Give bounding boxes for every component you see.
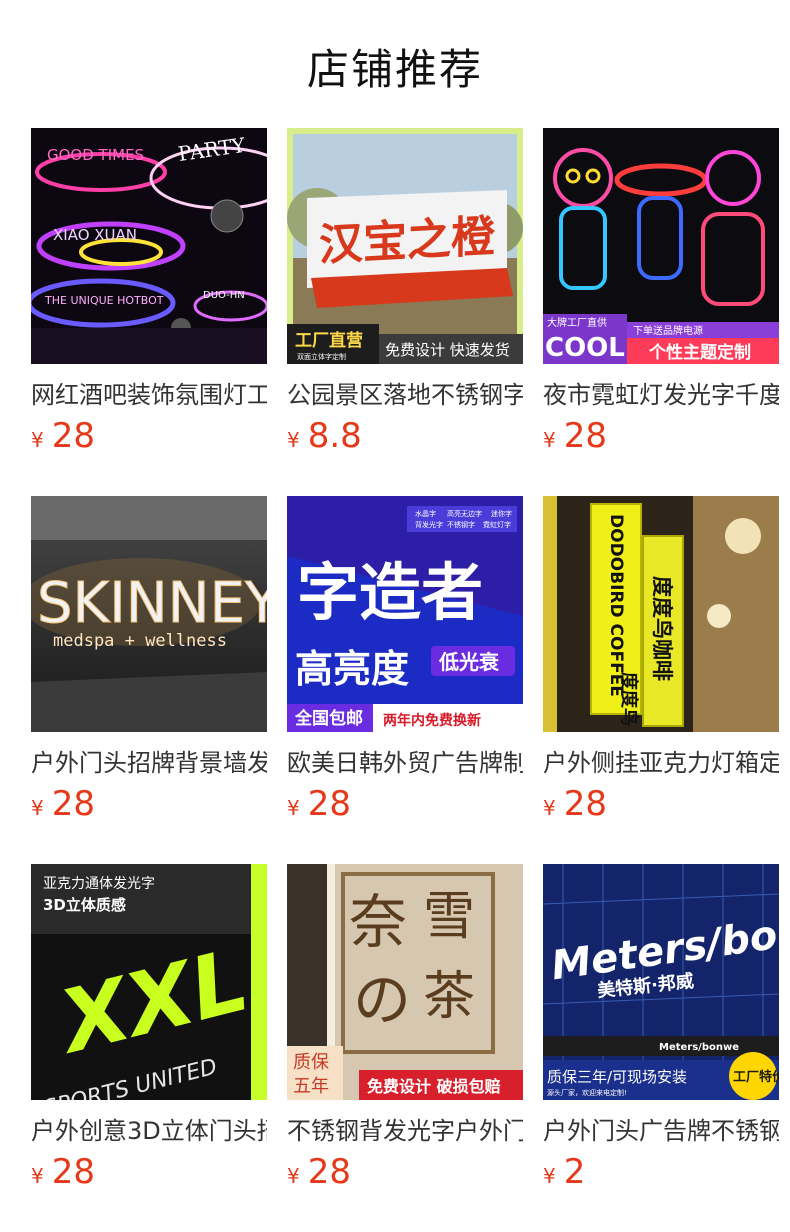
currency-symbol: ¥ — [543, 1164, 556, 1188]
product-title[interactable]: 户外门头广告牌不锈钢字 — [543, 1114, 779, 1148]
product-image[interactable]: 奈 雪 の 茶 质保 五年 免费设计 破损包赔 — [287, 864, 523, 1100]
seal-text: 工厂特价 — [733, 1069, 779, 1085]
product-price: ¥ 8.8 — [287, 416, 523, 456]
neon-text-1: GOOD TIMES — [47, 146, 144, 164]
small-brand: Meters/bonwe — [659, 1042, 739, 1053]
chips-1: 水晶字 — [415, 509, 436, 518]
product-title[interactable]: 户外创意3D立体门头招牌 — [31, 1114, 267, 1148]
currency-symbol: ¥ — [31, 428, 44, 452]
product-image[interactable]: 亚克力通体发光字 3D立体质感 XXL SPORTS UNITED — [31, 864, 267, 1100]
product-image[interactable]: Meters/bo 美特斯·邦威 Meters/bonwe 质保三年/可现场安装… — [543, 864, 779, 1100]
product-price: ¥ 28 — [31, 784, 267, 824]
currency-symbol: ¥ — [543, 796, 556, 820]
product-card[interactable]: 水晶字 高亮无边字 迷你字 背发光字 不锈钢字 霓虹灯字 字造者 高亮度 低光衰… — [287, 496, 523, 864]
price-amount: 28 — [51, 416, 95, 456]
price-amount: 28 — [51, 1152, 95, 1192]
chips-6: 霓虹灯字 — [483, 520, 511, 529]
bottom-right-text: 两年内免费换新 — [383, 712, 481, 729]
tag-text: 大牌工厂直供 — [547, 316, 607, 329]
product-title[interactable]: 公园景区落地不锈钢字 — [287, 378, 523, 412]
medspa-text: medspa + wellness — [53, 631, 227, 651]
tiny-text: 源头厂家，欢迎来电定制! — [547, 1088, 627, 1097]
product-price: ¥ 28 — [543, 784, 779, 824]
product-price: ¥ 28 — [31, 1152, 267, 1192]
line-1: 亚克力通体发光字 — [43, 876, 155, 892]
neon-text-5: DUO-HN — [203, 290, 245, 301]
price-amount: 8.8 — [307, 416, 362, 456]
big-text: 字造者 — [297, 556, 483, 629]
section-header: 店铺推荐 — [0, 0, 790, 128]
chips-2: 高亮无边字 — [447, 509, 482, 518]
tag2-text: 下单送品牌电源 — [633, 324, 703, 337]
product-title[interactable]: 户外门头招牌背景墙发光 — [31, 746, 267, 780]
char-3: の — [353, 966, 411, 1034]
price-amount: 28 — [307, 784, 351, 824]
currency-symbol: ¥ — [287, 428, 300, 452]
product-image[interactable]: SKINNEY medspa + wellness — [31, 496, 267, 732]
price-amount: 28 — [51, 784, 95, 824]
mid-text: 高亮度 — [295, 647, 409, 691]
product-card[interactable]: DODOBIRD COFFEE 度度鸟咖啡 度度鸟 户外侧挂亚克力灯箱定制 ¥ … — [543, 496, 779, 864]
product-price: ¥ 28 — [31, 416, 267, 456]
vertical-cn-2: 度度鸟 — [618, 672, 640, 726]
product-title[interactable]: 网红酒吧装饰氛围灯工厂 — [31, 378, 267, 412]
currency-symbol: ¥ — [287, 796, 300, 820]
price-amount: 28 — [563, 784, 607, 824]
product-image[interactable]: DODOBIRD COFFEE 度度鸟咖啡 度度鸟 — [543, 496, 779, 732]
product-price: ¥ 28 — [287, 1152, 523, 1192]
sign-text: 汉宝之橙 — [319, 211, 496, 271]
vertical-brand: DODOBIRD COFFEE — [606, 514, 626, 697]
badge-line-1: 质保 — [293, 1052, 329, 1073]
banner-text: 个性主题定制 — [648, 342, 751, 363]
banner-text: 免费设计 破损包赔 — [367, 1077, 501, 1096]
product-grid: GOOD TIMES PARTY XIAO XUAN THE UNIQUE HO… — [31, 128, 779, 1232]
char-4: 茶 — [423, 967, 475, 1027]
currency-symbol: ¥ — [287, 1164, 300, 1188]
product-image[interactable]: 水晶字 高亮无边字 迷你字 背发光字 不锈钢字 霓虹灯字 字造者 高亮度 低光衰… — [287, 496, 523, 732]
chips-3: 迷你字 — [491, 509, 512, 518]
product-image[interactable]: GOOD TIMES PARTY XIAO XUAN THE UNIQUE HO… — [31, 128, 267, 364]
product-card[interactable]: 奈 雪 の 茶 质保 五年 免费设计 破损包赔 不锈钢背发光字户外门头 ¥ 28 — [287, 864, 523, 1232]
price-amount: 28 — [563, 416, 607, 456]
char-1: 奈 — [349, 888, 407, 956]
section-title: 店铺推荐 — [306, 44, 483, 94]
product-title[interactable]: 户外侧挂亚克力灯箱定制 — [543, 746, 779, 780]
product-title[interactable]: 欧美日韩外贸广告牌制作 — [287, 746, 523, 780]
neon-text-3: XIAO XUAN — [53, 226, 137, 244]
product-card[interactable]: Meters/bo 美特斯·邦威 Meters/bonwe 质保三年/可现场安装… — [543, 864, 779, 1232]
badge-line-2: 五年 — [293, 1076, 329, 1097]
product-price: ¥ 2 — [543, 1152, 779, 1192]
price-amount: 28 — [307, 1152, 351, 1192]
product-card[interactable]: GOOD TIMES PARTY XIAO XUAN THE UNIQUE HO… — [31, 128, 267, 496]
char-2: 雪 — [423, 887, 475, 947]
currency-symbol: ¥ — [31, 1164, 44, 1188]
bottom-left-text: 全国包邮 — [294, 708, 363, 729]
product-card[interactable]: SKINNEY medspa + wellness 户外门头招牌背景墙发光 ¥ … — [31, 496, 267, 864]
product-card[interactable]: 汉宝之橙 工厂直营 双面立体字定制 免费设计 快速发货 公园景区落地不锈钢字 ¥… — [287, 128, 523, 496]
banner-text: 质保三年/可现场安装 — [547, 1068, 687, 1086]
badge-text: 工厂直营 — [295, 330, 363, 351]
product-image[interactable]: 大牌工厂直供 COOL 下单送品牌电源 个性主题定制 — [543, 128, 779, 364]
low-text: 低光衰 — [438, 650, 500, 674]
product-title[interactable]: 夜市霓虹灯发光字千度 — [543, 378, 779, 412]
product-price: ¥ 28 — [543, 416, 779, 456]
product-card[interactable]: 亚克力通体发光字 3D立体质感 XXL SPORTS UNITED 户外创意3D… — [31, 864, 267, 1232]
product-image[interactable]: 汉宝之橙 工厂直营 双面立体字定制 免费设计 快速发货 — [287, 128, 523, 364]
neon-text-4: THE UNIQUE HOTBOT — [44, 294, 164, 307]
chips-4: 背发光字 — [415, 520, 443, 529]
line-2: 3D立体质感 — [43, 896, 126, 914]
price-amount: 2 — [563, 1152, 586, 1192]
product-title[interactable]: 不锈钢背发光字户外门头 — [287, 1114, 523, 1148]
cool-text: COOL — [545, 333, 625, 363]
skinney-text: SKINNEY — [37, 571, 267, 636]
chips-5: 不锈钢字 — [447, 520, 475, 529]
banner-text: 免费设计 快速发货 — [385, 341, 510, 359]
currency-symbol: ¥ — [543, 428, 556, 452]
product-card[interactable]: 大牌工厂直供 COOL 下单送品牌电源 个性主题定制 夜市霓虹灯发光字千度 ¥ … — [543, 128, 779, 496]
product-price: ¥ 28 — [287, 784, 523, 824]
vertical-cn: 度度鸟咖啡 — [650, 576, 674, 681]
currency-symbol: ¥ — [31, 796, 44, 820]
badge-subtext: 双面立体字定制 — [297, 352, 346, 361]
